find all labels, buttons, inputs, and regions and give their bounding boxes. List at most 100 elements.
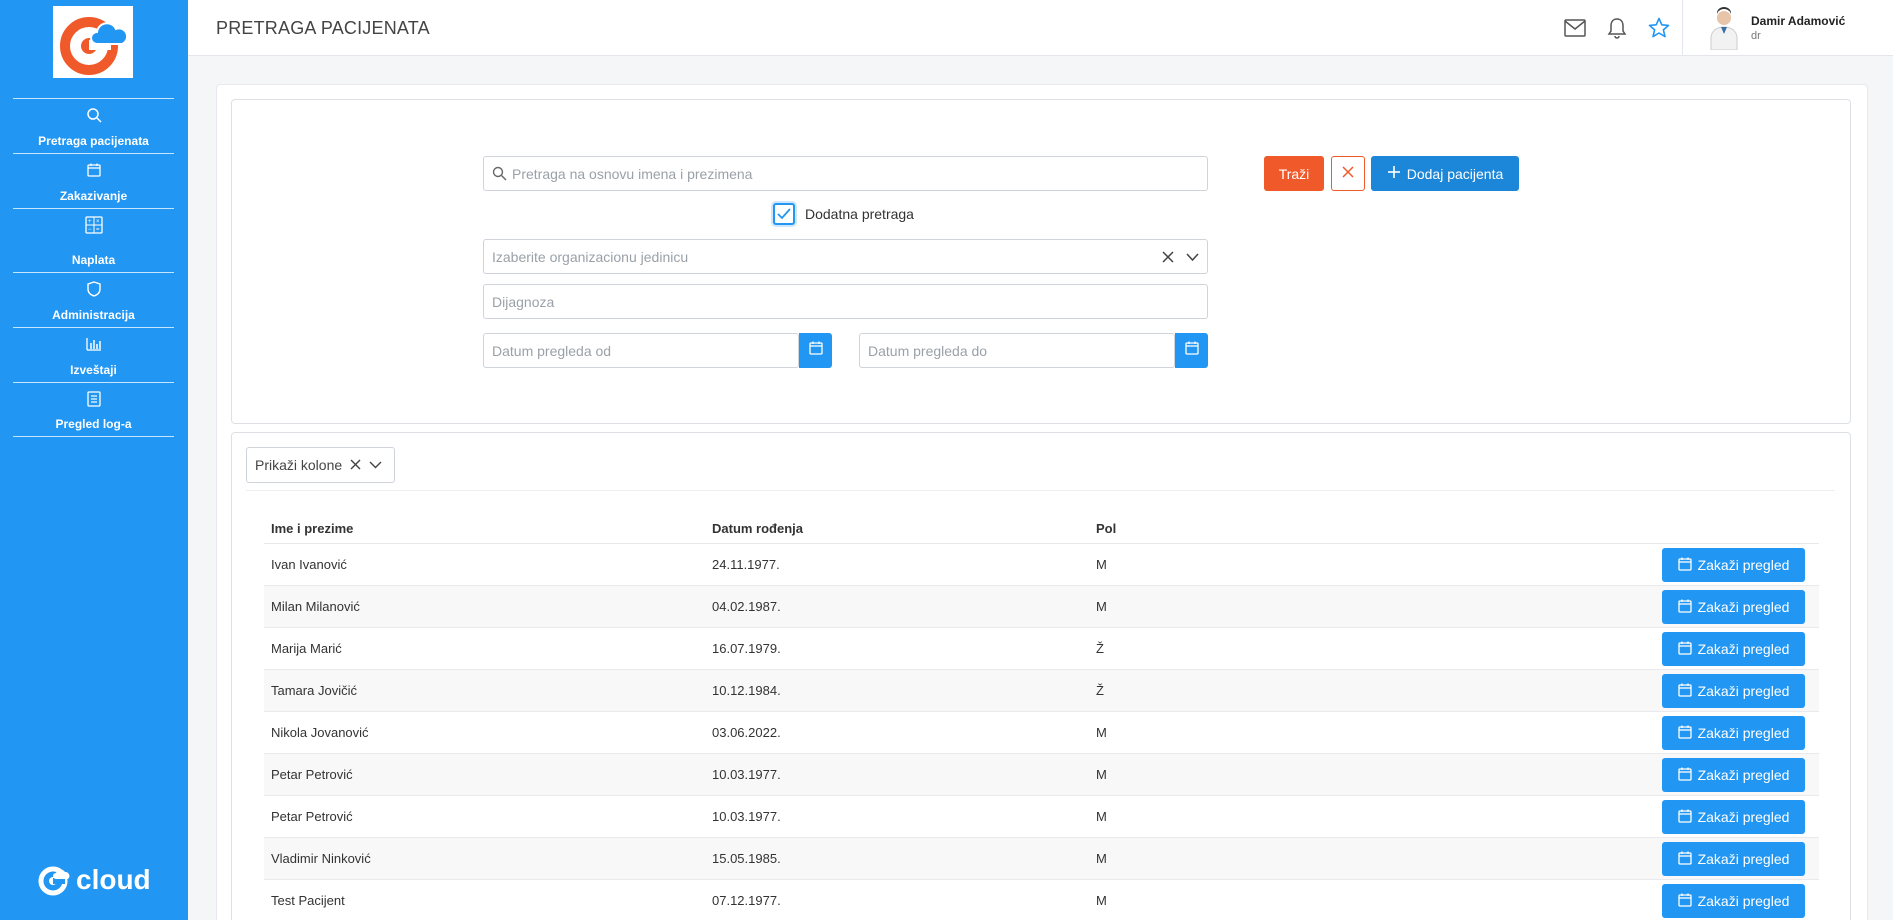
cell-sex: M: [1096, 599, 1107, 614]
cell-name: Ivan Ivanović: [271, 557, 347, 572]
search-icon: [84, 105, 104, 125]
org-unit-select[interactable]: Izaberite organizacionu jedinicu: [483, 239, 1208, 274]
cell-name: Marija Marić: [271, 641, 342, 656]
user-menu[interactable]: Damir Adamović dr: [1682, 0, 1893, 56]
chevron-down-icon[interactable]: [1186, 250, 1199, 266]
table-row[interactable]: Petar Petrović 10.03.1977. M Zakaži pregled: [264, 754, 1819, 796]
date-from-input[interactable]: Datum pregleda od: [483, 333, 799, 368]
column-header-sex[interactable]: Pol: [1096, 521, 1116, 536]
close-icon: [1342, 165, 1354, 183]
schedule-exam-button[interactable]: Zakaži pregled: [1662, 674, 1805, 708]
table-row[interactable]: Petar Petrović 10.03.1977. M Zakaži pregled: [264, 796, 1819, 838]
calendar-icon: [1677, 683, 1692, 700]
org-unit-placeholder: Izaberite organizacionu jedinicu: [492, 248, 689, 265]
svg-text:+: +: [88, 219, 92, 225]
table-row[interactable]: Milan Milanović 04.02.1987. M Zakaži pregle…: [264, 586, 1819, 628]
diagnosis-input[interactable]: Dijagnoza: [483, 284, 1208, 319]
schedule-exam-button[interactable]: Zakaži pregled: [1662, 590, 1805, 624]
schedule-exam-button[interactable]: Zakaži pregled: [1662, 800, 1805, 834]
schedule-exam-label: Zakaži pregled: [1697, 683, 1790, 699]
calculator-icon: + × − =: [84, 215, 104, 235]
cell-name: Nikola Jovanović: [271, 725, 369, 740]
cloud-logo-text: cloud: [76, 864, 151, 895]
date-from-calendar-button[interactable]: [799, 333, 832, 368]
cell-name: Petar Petrović: [271, 809, 353, 824]
cell-name: Test Pacijent: [271, 893, 345, 908]
chevron-down-icon[interactable]: [369, 457, 382, 473]
clear-icon[interactable]: [350, 457, 361, 473]
checkbox-label: Dodatna pretraga: [805, 206, 914, 222]
table-row[interactable]: Ivan Ivanović 24.11.1977. M Zakaži pregled: [264, 544, 1819, 586]
sidebar-item-log[interactable]: Pregled log-a: [13, 382, 174, 437]
table-row[interactable]: Vladimir Ninković 15.05.1985. M Zakaži preg…: [264, 838, 1819, 880]
table-row[interactable]: Tamara Jovičić 10.12.1984. Ž Zakaži pregled: [264, 670, 1819, 712]
cell-name: Petar Petrović: [271, 767, 353, 782]
calendar-icon: [1677, 767, 1692, 784]
clear-button[interactable]: [1331, 156, 1365, 191]
cell-dob: 03.06.2022.: [712, 725, 781, 740]
page-title: PRETRAGA PACIJENATA: [216, 18, 430, 38]
calendar-icon: [1677, 557, 1692, 574]
sidebar-item-zakazivanje[interactable]: Zakazivanje: [13, 153, 174, 208]
schedule-exam-label: Zakaži pregled: [1697, 767, 1790, 783]
clear-icon[interactable]: [1162, 250, 1174, 266]
sidebar-item-izvestaji[interactable]: Izveštaji: [13, 327, 174, 382]
schedule-exam-button[interactable]: Zakaži pregled: [1662, 716, 1805, 750]
date-to-input[interactable]: Datum pregleda do: [859, 333, 1175, 368]
table-row[interactable]: Marija Marić 16.07.1979. Ž Zakaži pregled: [264, 628, 1819, 670]
svg-text:×: ×: [96, 219, 100, 225]
search-icon: [492, 166, 507, 184]
schedule-exam-button[interactable]: Zakaži pregled: [1662, 632, 1805, 666]
schedule-exam-label: Zakaži pregled: [1697, 809, 1790, 825]
cell-name: Milan Milanović: [271, 599, 360, 614]
date-to-calendar-button[interactable]: [1175, 333, 1208, 368]
cell-dob: 10.03.1977.: [712, 767, 781, 782]
star-icon[interactable]: [1647, 16, 1671, 40]
sidebar-item-naplata[interactable]: + × − = Naplata: [13, 208, 174, 272]
cloud-logo: cloud: [38, 864, 151, 896]
log-icon: [84, 389, 104, 409]
columns-dropdown[interactable]: Prikaži kolone: [246, 447, 395, 483]
bar-chart-icon: [84, 334, 104, 354]
add-patient-button[interactable]: Dodaj pacijenta: [1371, 156, 1519, 191]
schedule-exam-label: Zakaži pregled: [1697, 725, 1790, 741]
sidebar-item-label: Pregled log-a: [55, 417, 132, 431]
sidebar-item-label: Izveštaji: [70, 363, 117, 377]
schedule-exam-button[interactable]: Zakaži pregled: [1662, 842, 1805, 876]
checkbox[interactable]: [773, 203, 795, 225]
table-header: Ime i prezime Datum rođenja Pol: [264, 513, 1819, 544]
cell-sex: M: [1096, 557, 1107, 572]
extra-search-checkbox[interactable]: Dodatna pretraga: [773, 203, 914, 225]
table-row[interactable]: Nikola Jovanović 03.06.2022. M Zakaži pregl…: [264, 712, 1819, 754]
app-logo: [53, 6, 133, 78]
column-header-name[interactable]: Ime i prezime: [271, 521, 353, 536]
bell-icon[interactable]: [1605, 16, 1629, 40]
date-from-placeholder: Datum pregleda od: [492, 342, 612, 359]
schedule-exam-label: Zakaži pregled: [1697, 557, 1790, 573]
column-header-dob[interactable]: Datum rođenja: [712, 521, 803, 536]
cell-dob: 10.03.1977.: [712, 809, 781, 824]
search-button[interactable]: Traži: [1264, 156, 1324, 191]
user-name: Damir Adamović: [1751, 14, 1846, 28]
svg-text:−: −: [88, 227, 92, 233]
schedule-exam-label: Zakaži pregled: [1697, 599, 1790, 615]
sidebar: Pretraga pacijenata Zakazivanje + × − = Nap…: [0, 0, 188, 920]
sidebar-item-label: Administracija: [52, 308, 135, 322]
search-input[interactable]: Pretraga na osnovu imena i prezimena: [483, 156, 1208, 191]
sidebar-item-pretraga[interactable]: Pretraga pacijenata: [13, 98, 174, 153]
svg-text:=: =: [96, 227, 100, 233]
mail-icon[interactable]: [1563, 16, 1587, 40]
schedule-exam-button[interactable]: Zakaži pregled: [1662, 548, 1805, 582]
cell-sex: M: [1096, 725, 1107, 740]
cell-dob: 04.02.1987.: [712, 599, 781, 614]
patients-table: Ime i prezime Datum rođenja Pol Ivan Iva…: [246, 490, 1835, 920]
table-row[interactable]: Test Pacijent 07.12.1977. M Zakaži pregled: [264, 880, 1819, 920]
schedule-exam-button[interactable]: Zakaži pregled: [1662, 884, 1805, 918]
sidebar-item-administracija[interactable]: Administracija: [13, 272, 174, 327]
calendar-icon: [1677, 893, 1692, 910]
top-icons: [1563, 16, 1671, 40]
calendar-icon: [1677, 599, 1692, 616]
schedule-exam-button[interactable]: Zakaži pregled: [1662, 758, 1805, 792]
sidebar-item-label: Pretraga pacijenata: [38, 134, 149, 148]
cell-sex: Ž: [1096, 641, 1104, 656]
